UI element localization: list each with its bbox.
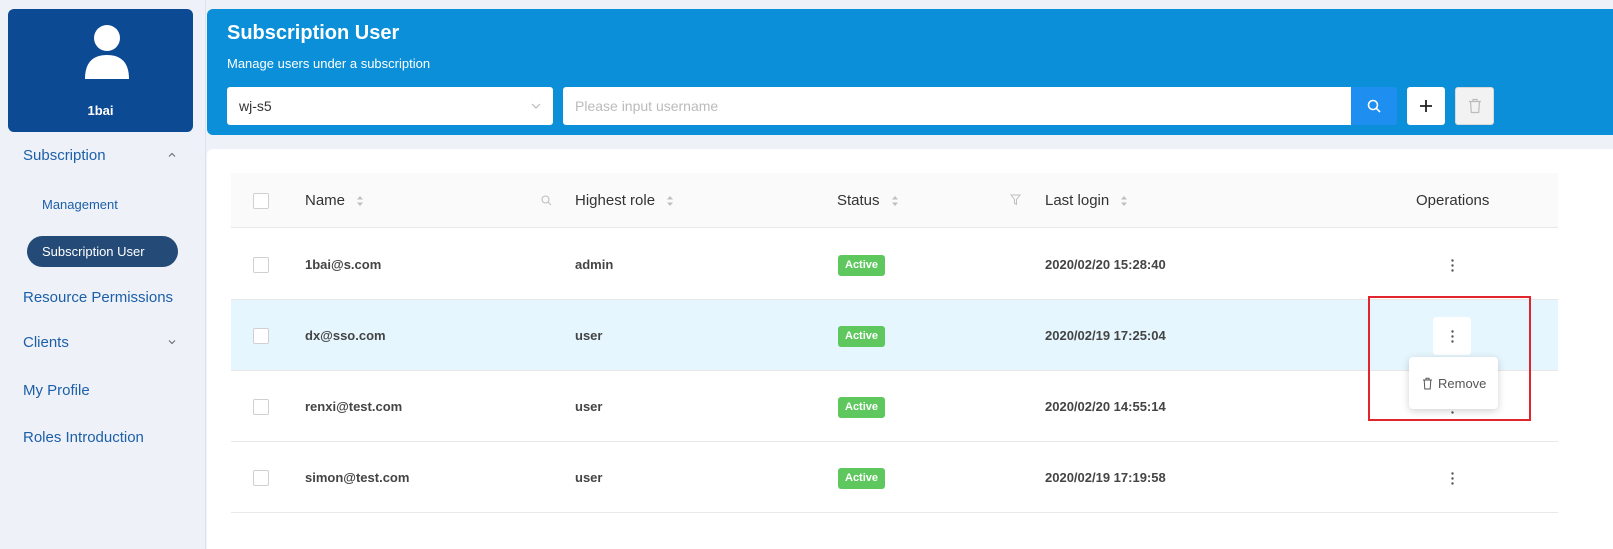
chevron-down-icon (531, 103, 541, 109)
chevron-up-icon[interactable] (168, 151, 176, 159)
sidebar-item-clients[interactable]: Clients (23, 334, 69, 351)
row-checkbox[interactable] (253, 328, 269, 344)
column-last-login[interactable]: Last login (1045, 173, 1128, 228)
column-status-label: Status (837, 192, 880, 209)
last-login: 2020/02/20 14:55:14 (1045, 399, 1166, 414)
last-login: 2020/02/20 15:28:40 (1045, 257, 1166, 272)
search-icon (1367, 99, 1381, 113)
trash-icon (1468, 98, 1481, 114)
column-name[interactable]: Name (305, 173, 364, 228)
user-name: renxi@test.com (305, 399, 403, 414)
select-all-checkbox[interactable] (253, 193, 269, 209)
table-row: dx@sso.com user Active 2020/02/19 17:25:… (231, 300, 1558, 371)
sort-icon[interactable] (1120, 195, 1128, 207)
status-badge: Active (838, 255, 886, 276)
search-input[interactable] (563, 87, 1352, 125)
highlight-annotation-box (1368, 296, 1531, 421)
status-badge: Active (838, 468, 886, 489)
user-name: 1bai@s.com (305, 257, 382, 272)
table-row: 1bai@s.com admin Active 2020/02/20 15:28… (231, 229, 1558, 300)
add-user-button[interactable] (1407, 87, 1445, 125)
sidebar-item-my-profile[interactable]: My Profile (23, 382, 90, 399)
column-name-label: Name (305, 192, 346, 209)
last-login: 2020/02/19 17:25:04 (1045, 328, 1166, 343)
column-last-login-label: Last login (1045, 192, 1110, 209)
profile-card: 1bai (8, 9, 193, 132)
table-header: Name Highest role Status Last login Oper… (231, 173, 1558, 228)
sort-icon[interactable] (891, 195, 899, 207)
status-badge: Active (838, 326, 886, 347)
more-options-button[interactable] (1433, 246, 1471, 284)
user-role: user (575, 470, 603, 485)
column-status[interactable]: Status (837, 173, 899, 228)
last-login: 2020/02/19 17:19:58 (1045, 470, 1166, 485)
table-row: renxi@test.com user Active 2020/02/20 14… (231, 371, 1558, 442)
sidebar: 1bai Subscription Management Subscriptio… (0, 0, 206, 549)
plus-icon (1420, 100, 1432, 112)
page-header: Subscription User Manage users under a s… (207, 9, 1613, 135)
column-role-label: Highest role (575, 192, 656, 209)
sidebar-item-resource-permissions[interactable]: Resource Permissions (23, 289, 173, 306)
row-checkbox[interactable] (253, 399, 269, 415)
delete-users-button[interactable] (1455, 87, 1494, 125)
profile-name: 1bai (87, 103, 114, 118)
user-name: simon@test.com (305, 470, 410, 485)
user-role: user (575, 328, 603, 343)
sidebar-item-management[interactable]: Management (42, 197, 118, 212)
user-role: admin (575, 257, 614, 272)
page-subtitle: Manage users under a subscription (227, 56, 431, 71)
status-badge: Active (838, 397, 886, 418)
sidebar-item-subscription[interactable]: Subscription (23, 147, 106, 164)
page-title: Subscription User (227, 22, 400, 44)
row-checkbox[interactable] (253, 470, 269, 486)
sidebar-item-subscription-user[interactable]: Subscription User (27, 236, 178, 267)
table-row: simon@test.com user Active 2020/02/19 17… (231, 442, 1558, 513)
filter-search-icon[interactable] (541, 195, 552, 206)
filter-icon[interactable] (1010, 194, 1021, 206)
kebab-menu-icon (1450, 258, 1454, 272)
sort-icon[interactable] (666, 195, 674, 207)
user-avatar-icon (85, 25, 129, 79)
sidebar-item-roles-introduction[interactable]: Roles Introduction (23, 429, 144, 446)
user-name: dx@sso.com (305, 328, 386, 343)
kebab-menu-icon (1450, 471, 1454, 485)
column-operations: Operations (1416, 192, 1490, 209)
search-button[interactable] (1351, 87, 1397, 125)
sort-icon[interactable] (356, 195, 364, 207)
more-options-button[interactable] (1433, 459, 1471, 497)
subscription-select-value: wj-s5 (239, 98, 272, 114)
user-role: user (575, 399, 603, 414)
row-checkbox[interactable] (253, 257, 269, 273)
subscription-select[interactable]: wj-s5 (227, 87, 553, 125)
chevron-down-icon[interactable] (168, 338, 176, 346)
column-highest-role[interactable]: Highest role (575, 173, 674, 228)
